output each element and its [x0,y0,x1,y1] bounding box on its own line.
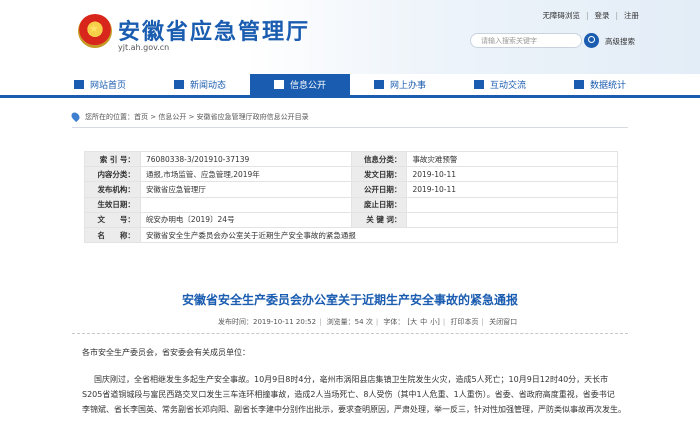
chart-icon [573,80,584,89]
font-medium-button[interactable]: 中 [420,318,427,326]
document-number-label: 文 号： [84,211,141,228]
print-button[interactable]: 打印本页 [450,318,478,326]
breadcrumb-catalog[interactable]: 安徽省应急管理厅政府信息公开目录 [197,113,309,121]
table-row: 文 号： 皖安办明电〔2019〕24号 关 键 词： [84,211,618,228]
publisher-label: 发布机构： [84,181,141,198]
main-nav: 网站首页 新闻动态 信息公开 网上办事 互动交流 数据统计 [0,74,700,98]
national-emblem-logo: ★ [78,14,112,48]
view-count: 浏览量：54 次 [326,318,373,326]
nav-label: 信息公开 [289,81,326,91]
article-meta: 发布时间：2019-10-11 20:52 | 浏览量：54 次 | 字体： [大中小… [218,317,520,327]
name-value: 安徽省安全生产委员会办公室关于近期生产安全事故的紧急通报 [139,226,619,244]
publisher-value: 安徽省应急管理厅 [139,181,352,198]
keywords-label: 关 键 词： [350,211,408,228]
publish-time: 发布时间：2019-10-11 20:52 [218,318,317,326]
abolish-date-value [406,196,618,213]
article-salutation: 各市安全生产委员会，省安委会有关成员单位： [82,348,250,357]
nav-item-info-disclosure[interactable]: 信息公开 [250,74,350,98]
category-value: 事故灾难预警 [406,150,618,168]
nav-item-home[interactable]: 网站首页 [50,74,150,98]
home-icon [73,80,84,89]
document-icon [273,80,284,89]
keywords-value [406,211,618,228]
advanced-search-link[interactable]: 高级搜索 [605,36,635,47]
font-small-button[interactable]: 小] [430,318,440,326]
news-icon [173,80,184,89]
divider: | [442,318,446,326]
content-category-value: 通报,市场监管、应急管理,2019年 [139,166,352,183]
monitor-icon [373,80,384,89]
location-pin-icon [69,110,82,123]
issue-date-value: 2019-10-11 [406,166,618,183]
font-size-label: 字体： [383,318,405,326]
divider: | [481,318,484,326]
article-paragraph-line: S205省道铜城段与富民西路交叉口发生三车连环相撞事故，造成2人当场死亡、8人受… [82,390,615,399]
nav-label: 网上办事 [389,81,426,91]
register-link[interactable]: 注册 [624,11,639,20]
nav-label: 网站首页 [89,81,126,91]
breadcrumb-info-disclosure[interactable]: 信息公开 [158,113,186,121]
nav-item-statistics[interactable]: 数据统计 [550,74,650,98]
star-icon: ★ [89,22,99,35]
divider [72,127,628,128]
top-links: 无障碍浏览 | 登录 | 注册 [539,10,642,21]
divider [72,333,628,334]
issue-date-label: 发文日期： [350,166,408,183]
abolish-date-label: 废止日期： [350,196,408,213]
publish-date-value: 2019-10-11 [406,181,618,198]
chat-icon [473,80,484,89]
content-category-label: 内容分类： [84,166,141,183]
divider: | [375,318,379,326]
article-paragraph-line: 国庆刚过，全省相继发生多起生产安全事故。10月9日8时4分，亳州市涡阳县店集镇卫… [94,375,609,384]
login-link[interactable]: 登录 [594,11,609,20]
breadcrumb-home[interactable]: 首页 [134,113,148,121]
index-label: 索 引 号： [84,150,141,168]
site-title[interactable]: 安徽省应急管理厅 [118,14,310,46]
nav-item-online-service[interactable]: 网上办事 [350,74,450,98]
nav-label: 数据统计 [589,81,626,91]
divider: | [319,318,322,326]
font-large-button[interactable]: [大 [407,318,417,326]
table-row: 索 引 号： 76080338-3/201910-37139 信息分类： 事故灾… [84,150,618,168]
breadcrumb: 您所在的位置：首页 > 信息公开 > 安徽省应急管理厅政府信息公开目录 [69,110,309,123]
accessibility-link[interactable]: 无障碍浏览 [542,11,580,20]
table-row: 发布机构： 安徽省应急管理厅 公开日期： 2019-10-11 [84,181,618,198]
search-input[interactable]: 请输入搜索关键字 [470,33,582,48]
divider: | [615,11,618,20]
nav-label: 互动交流 [489,81,526,91]
article-title: 安徽省安全生产委员会办公室关于近期生产安全事故的紧急通报 [181,293,518,307]
table-row: 内容分类： 通报,市场监管、应急管理,2019年 发文日期： 2019-10-1… [84,166,618,183]
divider: | [585,11,589,20]
effective-date-value [139,196,352,213]
close-window-button[interactable]: 关闭窗口 [489,318,517,326]
article-paragraph-line: 李锦斌、省长李国英、常务副省长邓向阳、副省长李建中分别作出批示，要求查明原因，严… [82,405,626,414]
publish-date-label: 公开日期： [350,181,408,198]
table-row: 生效日期： 废止日期： [84,196,618,213]
name-label: 名 称： [84,226,141,244]
index-value: 76080338-3/201910-37139 [139,150,352,168]
category-label: 信息分类： [350,150,408,168]
document-number-value: 皖安办明电〔2019〕24号 [139,211,352,228]
document-info-table: 索 引 号： 76080338-3/201910-37139 信息分类： 事故灾… [84,150,619,244]
effective-date-label: 生效日期： [84,196,141,213]
nav-label: 新闻动态 [189,81,226,91]
site-header: ★ 安徽省应急管理厅 yjt.ah.gov.cn 无障碍浏览 | 登录 | 注册 请输入… [0,0,700,74]
nav-item-news[interactable]: 新闻动态 [150,74,250,98]
table-row: 名 称： 安徽省安全生产委员会办公室关于近期生产安全事故的紧急通报 [84,226,619,244]
nav-item-interaction[interactable]: 互动交流 [450,74,550,98]
site-domain: yjt.ah.gov.cn [118,43,170,52]
search-icon[interactable] [584,33,599,48]
breadcrumb-prefix: 您所在的位置： [85,113,134,121]
